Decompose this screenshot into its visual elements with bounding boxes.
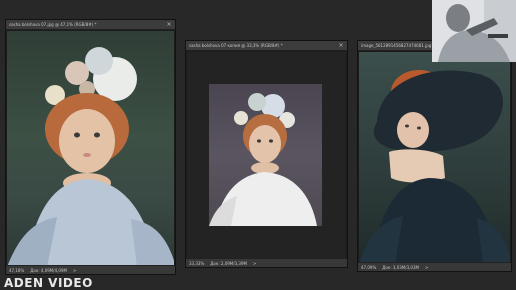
document-window-2[interactable]: sasha bolshova 07 копия @ 33,3% (RGB/8#)… bbox=[185, 40, 348, 268]
document-size-1: Док: 4,09M/4,09M bbox=[30, 267, 67, 273]
document-window-1[interactable]: sasha bolshova 07.jpg @ 47,1% (RGB/8#) *… bbox=[5, 19, 176, 275]
document-canvas-1[interactable] bbox=[7, 31, 174, 265]
status-bar-1: 47,18% Док: 4,09M/4,09M > bbox=[6, 265, 175, 274]
zoom-level-2[interactable]: 33,33% bbox=[189, 261, 204, 266]
status-arrow-icon[interactable]: > bbox=[253, 261, 256, 266]
close-icon[interactable]: × bbox=[337, 42, 345, 50]
channel-watermark: ADEN VIDEO bbox=[4, 276, 93, 290]
photo-girl-white-dress bbox=[209, 84, 322, 226]
status-bar-2: 33,33% Док: 2,09M/3,39M > bbox=[186, 258, 347, 267]
photo-girl-black-hat bbox=[359, 70, 510, 262]
status-bar-3: 47,09% Док: 3,03M/3,03M > bbox=[358, 262, 511, 271]
document-size-2: Док: 2,09M/3,39M bbox=[210, 260, 247, 266]
document-title-2: sasha bolshova 07 копия @ 33,3% (RGB/8#)… bbox=[189, 43, 283, 48]
document-size-3: Док: 3,03M/3,03M bbox=[382, 264, 419, 270]
close-icon[interactable]: × bbox=[165, 21, 173, 29]
document-tab-2[interactable]: sasha bolshova 07 копия @ 33,3% (RGB/8#)… bbox=[186, 41, 347, 51]
document-tab-1[interactable]: sasha bolshova 07.jpg @ 47,1% (RGB/8#) *… bbox=[6, 20, 175, 30]
document-title-1: sasha bolshova 07.jpg @ 47,1% (RGB/8#) * bbox=[9, 22, 97, 27]
zoom-level-1[interactable]: 47,18% bbox=[9, 268, 24, 273]
status-arrow-icon[interactable]: > bbox=[425, 265, 428, 270]
photoshop-workspace: sasha bolshova 07.jpg @ 47,1% (RGB/8#) *… bbox=[0, 0, 516, 290]
photo-girl-flower-crown bbox=[7, 47, 174, 265]
document-canvas-3[interactable] bbox=[359, 52, 510, 262]
status-arrow-icon[interactable]: > bbox=[73, 268, 76, 273]
document-window-3[interactable]: image_5612891456827474681.jpg @ 47,1% (R… bbox=[357, 40, 512, 272]
zoom-level-3[interactable]: 47,09% bbox=[361, 265, 376, 270]
document-canvas-2[interactable] bbox=[187, 52, 346, 258]
webcam-overlay bbox=[432, 0, 516, 62]
